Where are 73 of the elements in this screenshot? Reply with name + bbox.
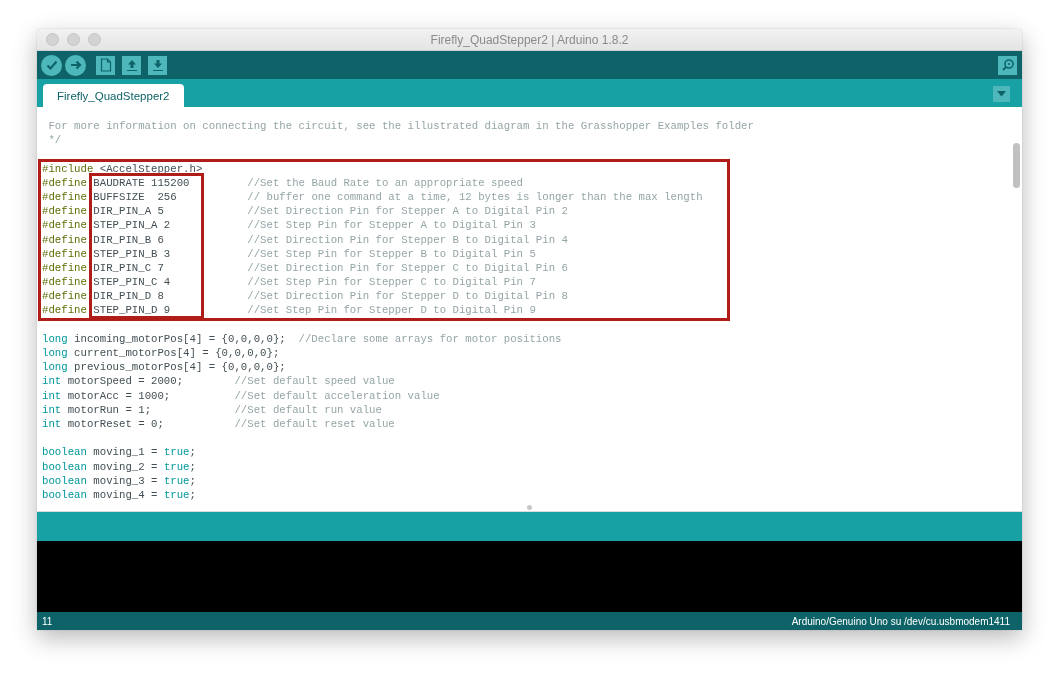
preprocessor-directive: #define	[42, 247, 87, 260]
code-comment: For more information on connecting the circuit, see the illustrated diagram in the Grasshopper Examples folder	[47, 120, 754, 132]
code-text: motorRun = 1;	[66, 403, 153, 416]
preprocessor-directive: #define	[42, 304, 87, 317]
code-comment: //Set default acceleration value	[234, 389, 440, 402]
code-text: <AccelStepper.h>	[98, 162, 203, 175]
preprocessor-directive: #define	[42, 176, 87, 189]
code-comment: //Set Step Pin for Stepper C to Digital Pin 7	[247, 276, 536, 289]
code-text: motorAcc = 1000;	[66, 389, 172, 402]
code-text: current_motorPos[4] = {0,0,0,0};	[73, 347, 280, 359]
code-text: motorSpeed = 2000;	[66, 375, 185, 388]
code-keyword: int	[42, 403, 62, 416]
code-comment: //Set Step Pin for Stepper A to Digital Pin 3	[247, 219, 536, 232]
code-keyword: true	[163, 474, 190, 487]
code-keyword: long	[42, 332, 68, 345]
code-comment: // buffer one command at a time, 12 bytes is longer than the max length	[247, 190, 703, 203]
preprocessor-directive: #define	[42, 205, 87, 218]
board-port-label: Arduino/Genuino Uno su /dev/cu.usbmodem1411	[791, 615, 1010, 627]
code-keyword: int	[42, 417, 62, 430]
preprocessor-directive: #define	[42, 190, 87, 203]
code-text: motorReset = 0;	[66, 417, 165, 430]
code-text: DIR_PIN_C 7	[92, 261, 165, 274]
code-text: DIR_PIN_D 8	[92, 290, 165, 303]
code-keyword: boolean	[42, 474, 87, 487]
code-text: moving_1 =	[92, 446, 159, 459]
code-keyword: boolean	[42, 460, 87, 473]
code-text: ;	[189, 460, 196, 473]
code-text: BUFFSIZE 256	[92, 190, 178, 203]
code-comment: //Set default speed value	[234, 375, 395, 388]
code-comment: //Set Step Pin for Stepper D to Digital Pin 9	[247, 304, 536, 317]
code-text: ;	[189, 474, 196, 487]
code-comment: //Set the Baud Rate to an appropriate speed	[247, 176, 524, 189]
code-comment: //Set default reset value	[234, 417, 395, 430]
code-text: STEP_PIN_D 9	[92, 304, 172, 317]
code-keyword: true	[163, 446, 190, 459]
code-keyword: boolean	[42, 488, 87, 501]
code-keyword: long	[42, 361, 68, 374]
code-text: BAUDRATE 115200	[92, 176, 191, 189]
code-comment: //Set Direction Pin for Stepper D to Digital Pin 8	[247, 290, 568, 303]
code-text: previous_motorPos[4] = {0,0,0,0};	[73, 361, 286, 374]
code-keyword: true	[163, 460, 190, 473]
code-keyword: int	[42, 389, 62, 402]
code-text: DIR_PIN_A 5	[92, 205, 165, 218]
code-text: ;	[189, 446, 196, 459]
code-text: STEP_PIN_C 4	[92, 276, 172, 289]
line-number: 11	[42, 615, 53, 627]
preprocessor-directive: #define	[42, 261, 87, 274]
preprocessor-directive: #define	[42, 290, 87, 303]
code-comment: //Set Direction Pin for Stepper A to Digital Pin 2	[247, 205, 568, 218]
code-text: moving_3 =	[92, 474, 159, 487]
code-comment: //Set Direction Pin for Stepper C to Digital Pin 6	[247, 261, 568, 274]
code-keyword: true	[163, 488, 190, 501]
code-text: ;	[189, 488, 196, 501]
code-comment: //Set Direction Pin for Stepper B to Digital Pin 4	[247, 233, 568, 246]
code-comment: //Declare some arrays for motor positions	[298, 332, 562, 345]
sketch-tab[interactable]: Firefly_QuadStepper2	[43, 84, 184, 107]
preprocessor-directive: #define	[42, 233, 87, 246]
code-text: incoming_motorPos[4] = {0,0,0,0};	[73, 332, 287, 345]
code-keyword: long	[42, 347, 68, 359]
preprocessor-directive: #define	[42, 276, 87, 289]
code-keyword: int	[42, 375, 62, 388]
preprocessor-directive: #include	[42, 162, 94, 175]
preprocessor-directive: #define	[42, 219, 87, 232]
code-comment: //Set default run value	[234, 403, 382, 416]
code-text: moving_2 =	[92, 460, 159, 473]
code-text: moving_4 =	[92, 488, 159, 501]
code-keyword: boolean	[42, 446, 87, 459]
code-text: STEP_PIN_B 3	[92, 247, 172, 260]
code-comment: */	[47, 134, 62, 147]
code-comment: //Set Step Pin for Stepper B to Digital Pin 5	[247, 247, 536, 260]
code-text: STEP_PIN_A 2	[92, 219, 172, 232]
window-title: Firefly_QuadStepper2 | Arduino 1.8.2	[430, 32, 629, 47]
code-text: DIR_PIN_B 6	[92, 233, 165, 246]
